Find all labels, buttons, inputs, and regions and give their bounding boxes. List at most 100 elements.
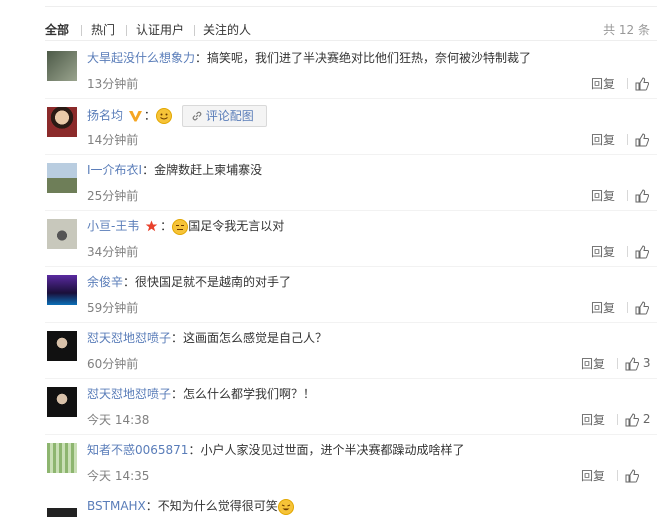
comment-time: 34分钟前 bbox=[87, 245, 139, 259]
thumbs-up-icon bbox=[625, 356, 640, 370]
username-link[interactable]: 怼天怼地怼喷子 bbox=[87, 387, 171, 401]
reply-button[interactable]: 回复 bbox=[591, 244, 615, 260]
username-link[interactable]: I一介布衣I bbox=[87, 163, 142, 177]
action-separator bbox=[617, 470, 618, 481]
like-count: 3 bbox=[642, 356, 651, 370]
username-link[interactable]: 知者不惑0065871 bbox=[87, 443, 188, 457]
thumbs-up-icon bbox=[625, 412, 640, 426]
thumbs-up-icon bbox=[635, 188, 650, 202]
comment-time: 25分钟前 bbox=[87, 189, 139, 203]
comment-body: 怼天怼地怼喷子：怎么什么都学我们啊？！ bbox=[87, 387, 316, 401]
avatar[interactable] bbox=[47, 499, 77, 517]
tab-following[interactable]: 关注的人 bbox=[203, 21, 251, 39]
comment-item: 知者不惑0065871：小户人家没见过世面，进个半决赛都躁动成啥样了 今天 14… bbox=[45, 434, 657, 491]
action-separator bbox=[617, 358, 618, 369]
avatar[interactable] bbox=[47, 331, 77, 361]
comment-time: 14分钟前 bbox=[87, 133, 139, 147]
avatar[interactable] bbox=[47, 219, 77, 249]
top-divider bbox=[45, 6, 657, 7]
thumbs-up-icon bbox=[625, 468, 640, 482]
vip-v-icon bbox=[128, 111, 142, 122]
comment-time: 59分钟前 bbox=[87, 301, 139, 315]
avatar[interactable] bbox=[47, 107, 77, 137]
star-icon bbox=[145, 220, 158, 232]
username-link[interactable]: 余俊辛 bbox=[87, 275, 123, 289]
comment-body: BSTMAHX：不知为什么觉得很可笑 bbox=[87, 497, 294, 515]
like-button[interactable] bbox=[635, 242, 650, 260]
avatar[interactable] bbox=[47, 275, 77, 305]
thumbs-up-icon bbox=[635, 300, 650, 314]
comment-text: 怎么什么都学我们啊？！ bbox=[183, 387, 316, 401]
comment-item: 余俊辛：很快国足就不是越南的对手了 59分钟前 回复 bbox=[45, 266, 657, 323]
reply-button[interactable]: 回复 bbox=[591, 132, 615, 148]
comment-item: 扬名均 ： 评论配图 14分钟前 回复 bbox=[45, 98, 657, 155]
comment-picture-button[interactable]: 评论配图 bbox=[181, 105, 267, 127]
tab-separator bbox=[126, 25, 127, 36]
reply-button[interactable]: 回复 bbox=[591, 188, 615, 204]
like-button[interactable] bbox=[625, 466, 640, 484]
tab-all[interactable]: 全部 bbox=[45, 21, 69, 39]
action-separator bbox=[617, 414, 618, 425]
avatar-image bbox=[47, 331, 77, 361]
tab-separator bbox=[194, 25, 195, 36]
tab-verified[interactable]: 认证用户 bbox=[136, 21, 184, 39]
comment-text: 国足令我无言以对 bbox=[188, 219, 285, 233]
like-count: 2 bbox=[642, 412, 651, 426]
comment-text: 很快国足就不是越南的对手了 bbox=[135, 275, 292, 289]
comment-item: 小亘-王韦 ：国足令我无言以对 34分钟前 回复 bbox=[45, 210, 657, 267]
action-separator bbox=[627, 190, 628, 201]
thumbs-up-icon bbox=[635, 132, 650, 146]
reply-button[interactable]: 回复 bbox=[581, 468, 605, 484]
avatar-image bbox=[47, 51, 77, 81]
avatar-image bbox=[47, 387, 77, 417]
comment-body: I一介布衣I：金牌数赶上柬埔寨没 bbox=[87, 163, 263, 177]
avatar-image bbox=[47, 219, 77, 249]
avatar[interactable] bbox=[47, 51, 77, 81]
comment-text: 搞笑呢，我们进了半决赛绝对比他们狂热，奈何被沙特制裁了 bbox=[207, 51, 532, 65]
username-link[interactable]: 怼天怼地怼喷子 bbox=[87, 331, 171, 345]
tab-hot[interactable]: 热门 bbox=[91, 21, 115, 39]
avatar-image bbox=[47, 499, 77, 517]
comment-time: 今天 14:38 bbox=[87, 413, 150, 427]
like-button[interactable]: 3 bbox=[625, 354, 650, 372]
reply-button[interactable]: 回复 bbox=[591, 76, 615, 92]
like-button[interactable] bbox=[635, 130, 650, 148]
comment-time: 今天 14:35 bbox=[87, 469, 150, 483]
username-link[interactable]: BSTMAHX bbox=[87, 499, 146, 513]
avatar[interactable] bbox=[47, 443, 77, 473]
comment-body: 怼天怼地怼喷子：这画面怎么感觉是自己人？ bbox=[87, 331, 328, 345]
reply-button[interactable]: 回复 bbox=[581, 412, 605, 428]
username-link[interactable]: 小亘-王韦 bbox=[87, 219, 139, 233]
comment-text: 不知为什么觉得很可笑 bbox=[157, 499, 278, 513]
avatar-image bbox=[47, 107, 77, 137]
thumbs-up-icon bbox=[635, 244, 650, 258]
link-icon bbox=[192, 111, 202, 121]
reply-button[interactable]: 回复 bbox=[581, 356, 605, 372]
action-separator bbox=[627, 78, 628, 89]
like-button[interactable] bbox=[635, 298, 650, 316]
action-separator bbox=[627, 134, 628, 145]
comment-time: 60分钟前 bbox=[87, 357, 139, 371]
comment-item: 大旱起没什么想象力：搞笑呢，我们进了半决赛绝对比他们狂热，奈何被沙特制裁了 13… bbox=[45, 43, 657, 99]
comment-time: 13分钟前 bbox=[87, 77, 139, 91]
like-button[interactable] bbox=[635, 186, 650, 204]
smiley-icon bbox=[277, 498, 294, 515]
avatar[interactable] bbox=[47, 163, 77, 193]
like-button[interactable]: 2 bbox=[625, 410, 650, 428]
comment-item: 怼天怼地怼喷子：这画面怎么感觉是自己人？ 60分钟前 回复 3 bbox=[45, 322, 657, 379]
username-link[interactable]: 大旱起没什么想象力 bbox=[87, 51, 195, 65]
smiley-icon bbox=[172, 218, 189, 235]
avatar[interactable] bbox=[47, 387, 77, 417]
tabs-divider bbox=[45, 40, 657, 41]
avatar-image bbox=[47, 275, 77, 305]
username-link[interactable]: 扬名均 bbox=[87, 109, 123, 123]
comment-body: 大旱起没什么想象力：搞笑呢，我们进了半决赛绝对比他们狂热，奈何被沙特制裁了 bbox=[87, 51, 532, 65]
comment-item: 怼天怼地怼喷子：怎么什么都学我们啊？！ 今天 14:38 回复 2 bbox=[45, 378, 657, 435]
comment-text: 这画面怎么感觉是自己人？ bbox=[183, 331, 328, 345]
reply-button[interactable]: 回复 bbox=[591, 300, 615, 316]
comment-body: 知者不惑0065871：小户人家没见过世面，进个半决赛都躁动成啥样了 bbox=[87, 443, 465, 457]
comment-text: 金牌数赶上柬埔寨没 bbox=[154, 163, 263, 177]
comment-body: 扬名均 ： 评论配图 bbox=[87, 105, 267, 127]
comment-body: 余俊辛：很快国足就不是越南的对手了 bbox=[87, 275, 292, 289]
like-button[interactable] bbox=[635, 74, 650, 92]
